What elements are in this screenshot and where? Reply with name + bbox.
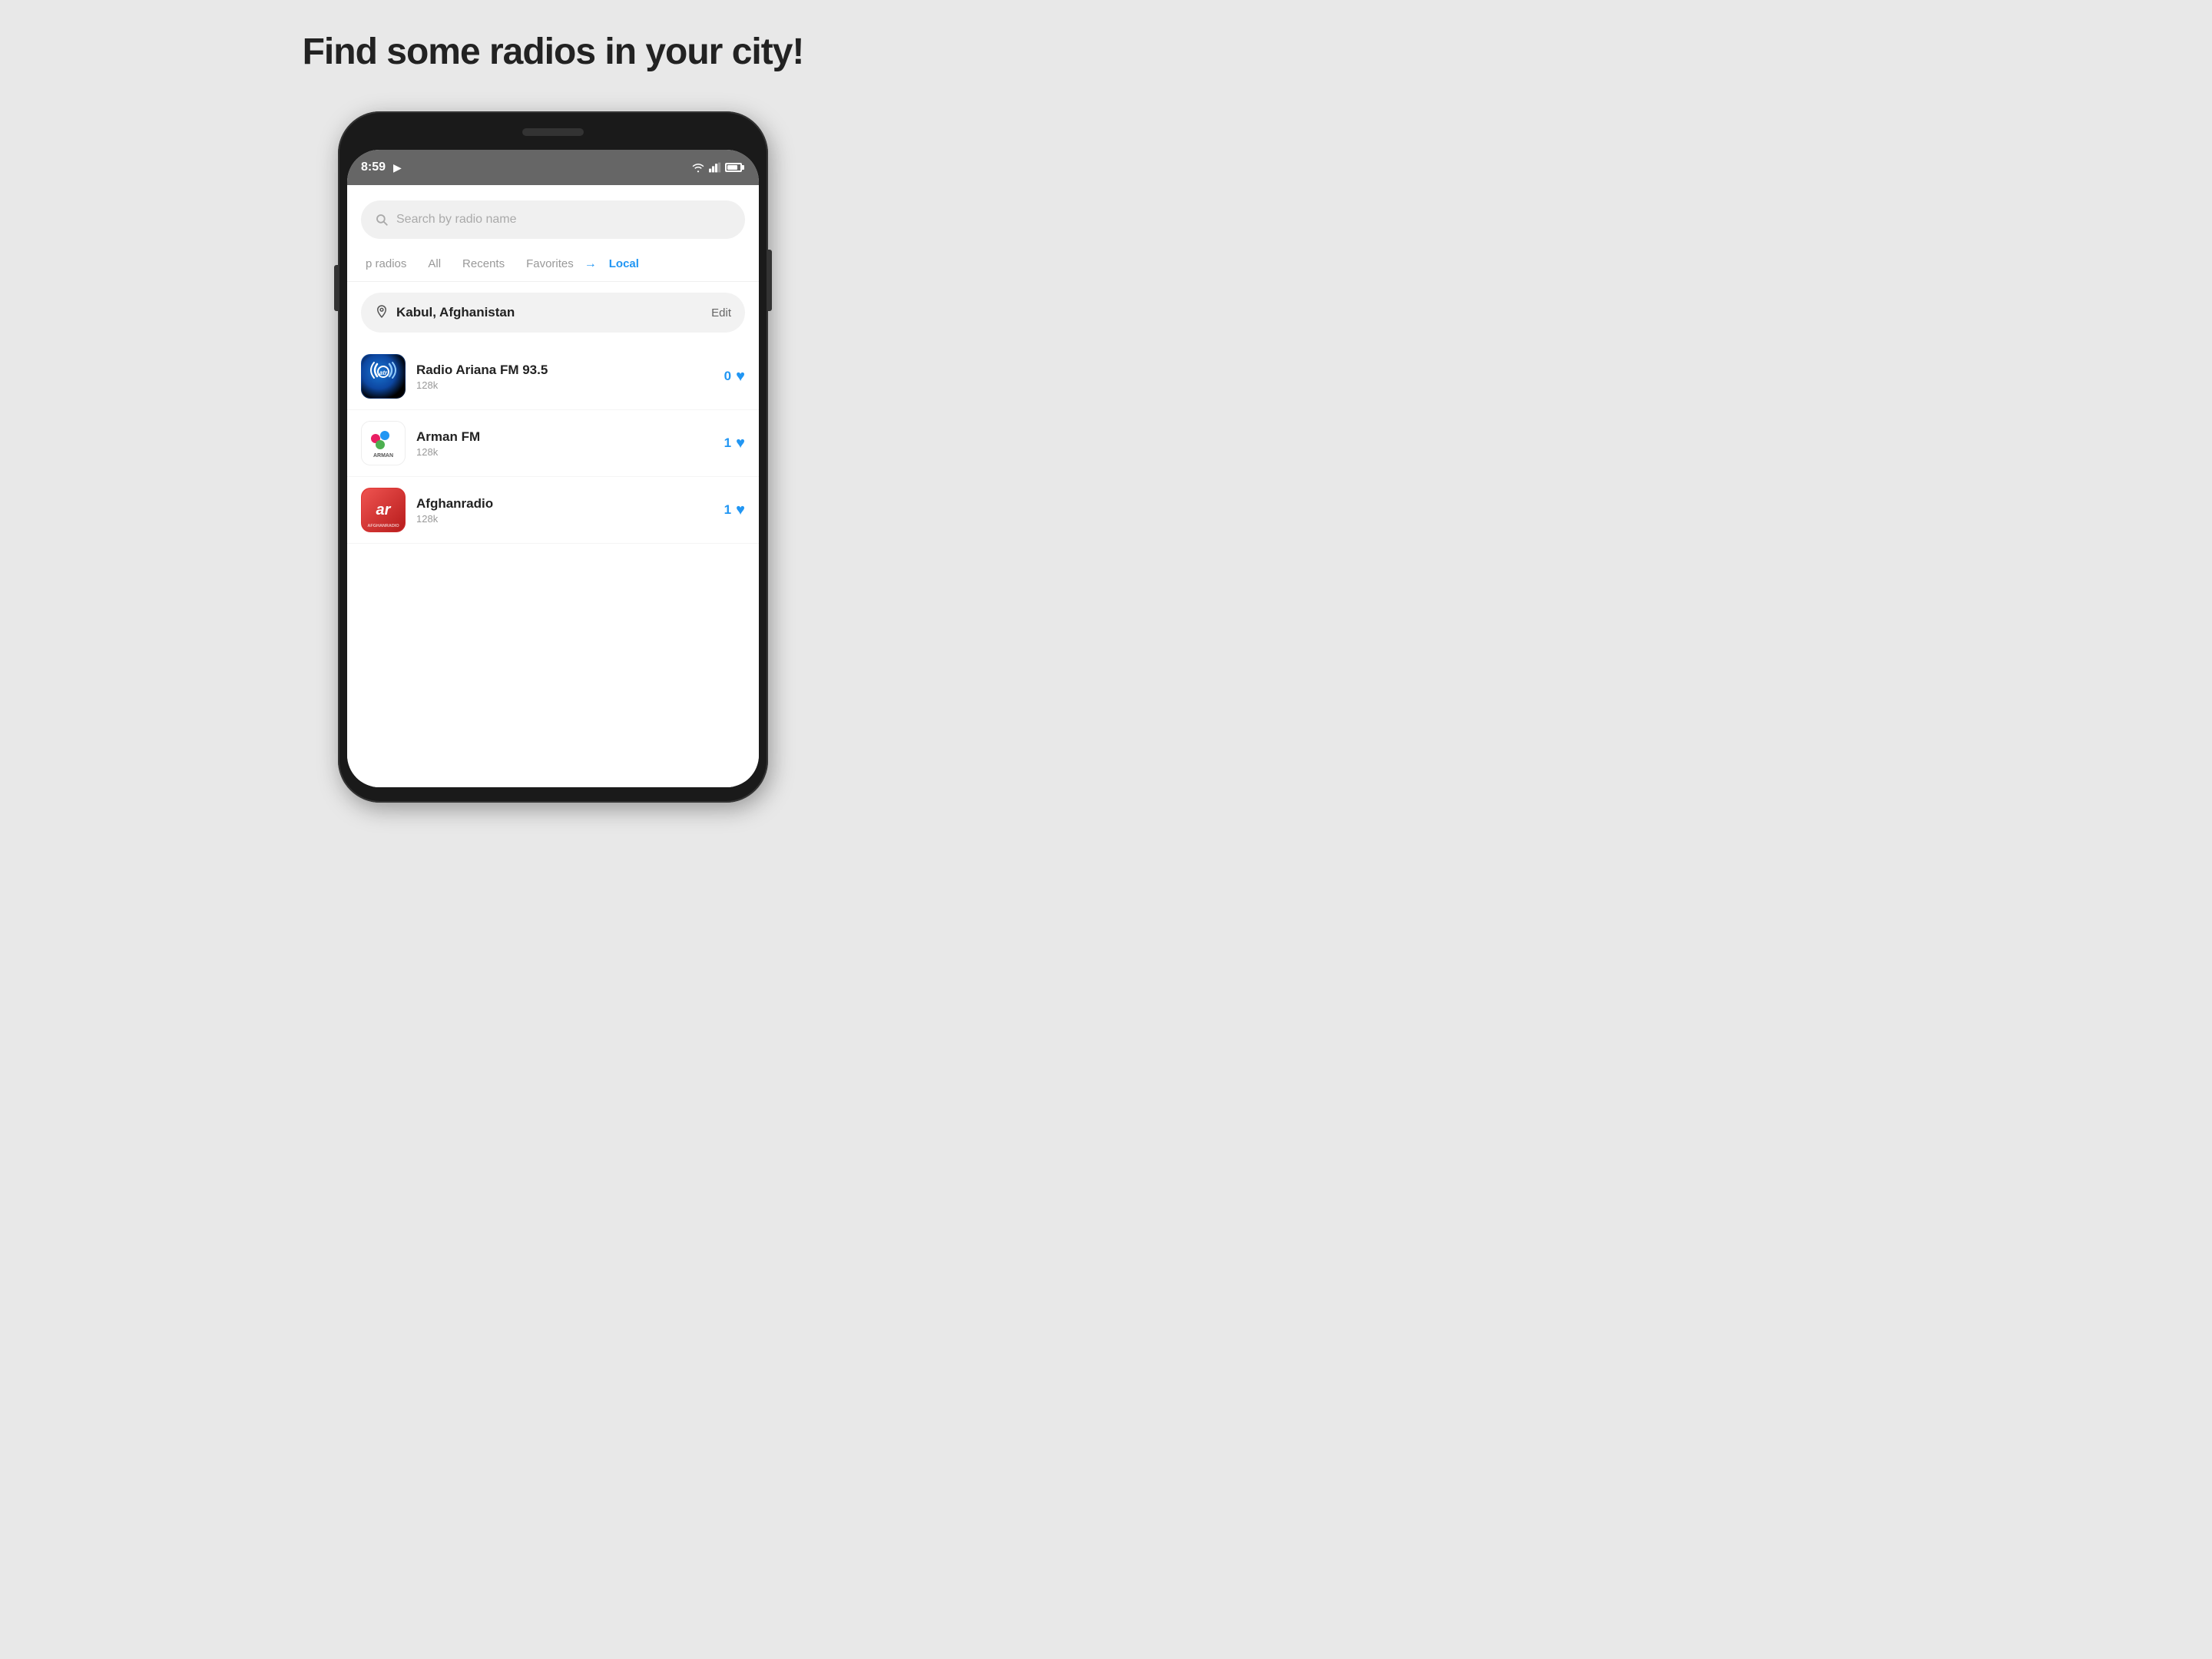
radio-bitrate: 128k [416,379,714,391]
search-icon [375,213,389,227]
search-bar[interactable]: Search by radio name [361,200,745,239]
tab-local[interactable]: Local [598,253,650,275]
radio-logo-atr: atr [361,354,406,399]
svg-text:ar: ar [376,502,392,518]
page-title: Find some radios in your city! [303,31,804,73]
tab-recents[interactable]: Recents [452,253,515,275]
radio-likes[interactable]: 1 ♥ [724,435,745,452]
likes-count: 1 [724,435,731,451]
radio-likes[interactable]: 0 ♥ [724,368,745,386]
heart-icon: ♥ [736,368,745,386]
phone-button-right [768,250,772,311]
svg-text:atr: atr [379,369,388,376]
location-pin-icon [375,304,389,321]
wifi-icon [691,162,705,173]
battery-icon [725,163,742,172]
radio-bitrate: 128k [416,446,714,458]
radio-info: Arman FM 128k [416,429,714,458]
phone-button-left [334,265,338,311]
location-bar[interactable]: Kabul, Afghanistan Edit [361,293,745,333]
radio-name: Afghanradio [416,496,714,512]
heart-icon: ♥ [736,435,745,452]
location-city: Kabul, Afghanistan [396,305,704,320]
radio-info: Radio Ariana FM 93.5 128k [416,363,714,391]
status-bar: 8:59 ▶ [347,150,759,185]
radio-list: atr Radio Ariana FM 93.5 128k 0 ♥ [347,343,759,787]
play-icon: ▶ [393,161,402,174]
radio-logo-afghan: ar AFGHANRADIO [361,488,406,532]
radio-info: Afghanradio 128k [416,496,714,525]
tab-arrow-icon: → [584,257,597,271]
signal-icon [709,162,721,173]
status-time: 8:59 [361,161,386,174]
radio-bitrate: 128k [416,513,714,525]
phone-screen: 8:59 ▶ [347,150,759,787]
tab-bar: p radios All Recents Favorites → Local [347,247,759,282]
likes-count: 0 [724,369,731,384]
likes-count: 1 [724,502,731,518]
radio-likes[interactable]: 1 ♥ [724,502,745,519]
radio-name: Arman FM [416,429,714,445]
search-placeholder: Search by radio name [396,213,517,227]
phone-speaker [522,128,584,136]
edit-location-button[interactable]: Edit [711,306,731,320]
phone-frame: 8:59 ▶ [338,111,768,803]
radio-item[interactable]: ar AFGHANRADIO Afghanradio 128k 1 ♥ [347,477,759,544]
radio-item[interactable]: ARMAN Arman FM 128k 1 ♥ [347,410,759,477]
radio-logo-arman: ARMAN [361,421,406,465]
search-container: Search by radio name [347,185,759,247]
heart-icon: ♥ [736,502,745,519]
app-content: Search by radio name p radios All Recent… [347,185,759,787]
svg-text:ARMAN: ARMAN [373,453,393,459]
tab-all[interactable]: All [417,253,452,275]
radio-item[interactable]: atr Radio Ariana FM 93.5 128k 0 ♥ [347,343,759,410]
tab-top-radios[interactable]: p radios [355,253,417,275]
svg-text:AFGHANRADIO: AFGHANRADIO [367,524,399,528]
radio-name: Radio Ariana FM 93.5 [416,363,714,378]
tab-favorites[interactable]: Favorites [515,253,584,275]
phone-device: 8:59 ▶ [338,111,768,803]
